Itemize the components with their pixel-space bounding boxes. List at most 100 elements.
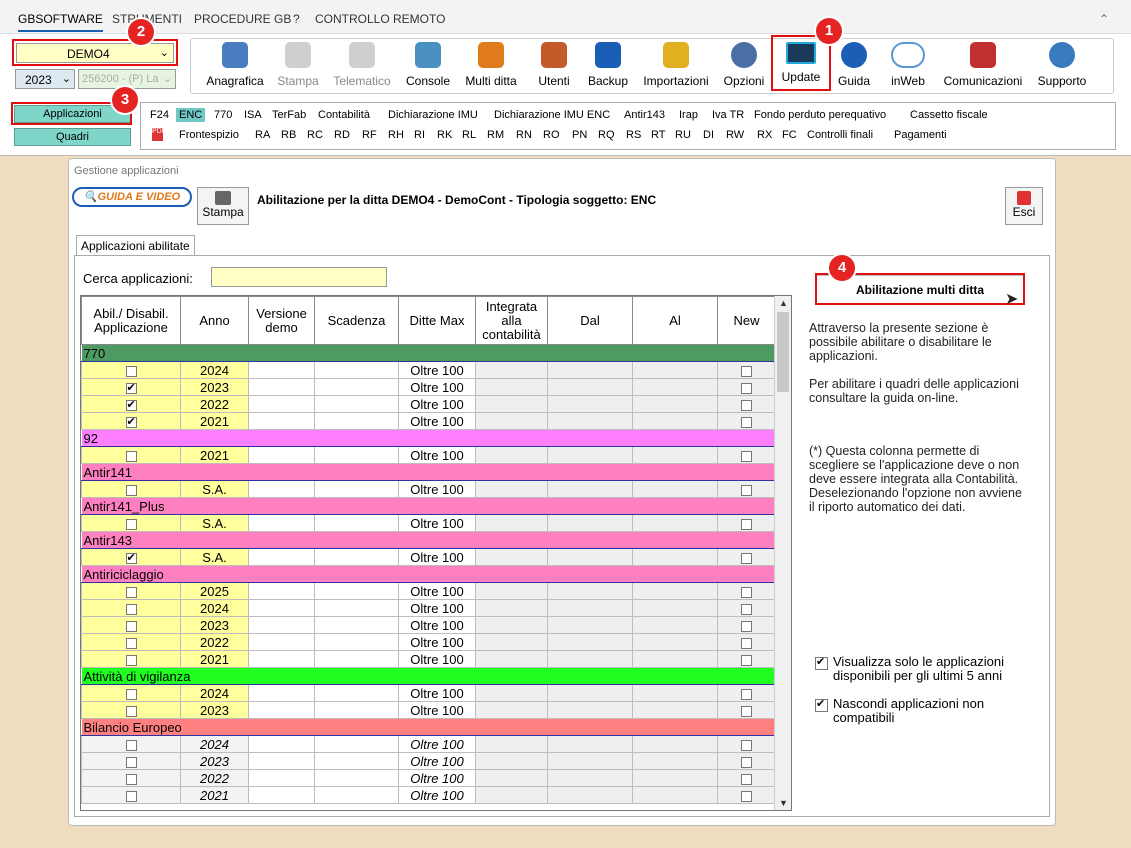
quick-dich-imu-enc[interactable]: Dichiarazione IMU ENC [494, 109, 610, 121]
table-row[interactable]: 2021 Oltre 100 [81, 412, 776, 430]
new-checkbox[interactable] [741, 756, 752, 768]
table-row[interactable]: 2021 Oltre 100 [81, 650, 776, 668]
toolbar-comunicazioni[interactable]: Comunicazioni [940, 42, 1026, 92]
quick-pn[interactable]: PN [572, 129, 587, 141]
quick-iva-tr[interactable]: Iva TR [712, 109, 744, 121]
year-select[interactable]: 2023 ⌄ [15, 69, 75, 89]
menu-procedure-gb[interactable]: PROCEDURE GB [194, 12, 291, 26]
quick-rc[interactable]: RC [307, 129, 323, 141]
table-row[interactable]: S.A. Oltre 100 [81, 514, 776, 532]
new-checkbox[interactable] [741, 790, 752, 802]
table-row[interactable]: 2022 Oltre 100 [81, 633, 776, 651]
enable-checkbox[interactable] [125, 381, 137, 396]
table-row[interactable]: 2024 Oltre 100 [81, 361, 776, 379]
vertical-scrollbar[interactable]: ▲ ▼ [774, 296, 791, 810]
table-row[interactable]: 2024 Oltre 100 [81, 599, 776, 617]
new-checkbox[interactable] [741, 382, 752, 394]
quick-controlli-finali[interactable]: Controlli finali [807, 129, 873, 141]
quick-rq[interactable]: RQ [598, 129, 615, 141]
toolbar-inweb[interactable]: inWeb [885, 42, 931, 92]
quadri-button[interactable]: Quadri [14, 128, 131, 146]
scroll-up-icon[interactable]: ▲ [775, 298, 791, 308]
new-checkbox[interactable] [741, 484, 752, 496]
esci-button[interactable]: Esci [1005, 187, 1043, 225]
quick-rt[interactable]: RT [651, 129, 665, 141]
quick-ra[interactable]: RA [255, 129, 270, 141]
new-checkbox[interactable] [741, 705, 752, 717]
toolbar-console[interactable]: Console [404, 42, 452, 92]
enable-checkbox[interactable] [125, 637, 137, 649]
checkbox-nascondi-non-compatibili[interactable] [815, 697, 828, 712]
scroll-thumb[interactable] [777, 312, 789, 392]
table-row[interactable]: 2023 Oltre 100 [81, 378, 776, 396]
quick-rk[interactable]: RK [437, 129, 452, 141]
quick-rs[interactable]: RS [626, 129, 641, 141]
enable-checkbox[interactable] [125, 620, 137, 632]
quick-rl[interactable]: RL [462, 129, 476, 141]
quick-fondo-perduto[interactable]: Fondo perduto perequativo [754, 109, 886, 121]
enable-checkbox[interactable] [125, 415, 137, 430]
table-row[interactable]: 2024 Oltre 100 [81, 735, 776, 753]
quick-isa[interactable]: ISA [244, 109, 262, 121]
new-checkbox[interactable] [741, 620, 752, 632]
new-checkbox[interactable] [741, 365, 752, 377]
option-nascondi-non-compatibili[interactable]: Nascondi applicazioni non compatibili [815, 697, 1045, 725]
enable-checkbox[interactable] [125, 518, 137, 530]
new-checkbox[interactable] [741, 450, 752, 462]
quick-ro[interactable]: RO [543, 129, 560, 141]
collapse-ribbon-icon[interactable]: ⌃ [1099, 12, 1109, 26]
table-row[interactable]: 2022 Oltre 100 [81, 769, 776, 787]
enable-checkbox[interactable] [125, 790, 137, 802]
enable-checkbox[interactable] [125, 705, 137, 717]
quick-rx[interactable]: RX [757, 129, 772, 141]
enable-checkbox[interactable] [125, 365, 137, 377]
enable-checkbox[interactable] [125, 551, 137, 566]
table-row[interactable]: 2024 Oltre 100 [81, 684, 776, 702]
enable-checkbox[interactable] [125, 756, 137, 768]
table-row[interactable]: 2023 Oltre 100 [81, 616, 776, 634]
toolbar-importazioni[interactable]: Importazioni [640, 42, 712, 92]
new-checkbox[interactable] [741, 637, 752, 649]
quick-frontespizio[interactable]: Frontespizio [179, 129, 239, 141]
new-checkbox[interactable] [741, 518, 752, 530]
quick-pagamenti[interactable]: Pagamenti [894, 129, 947, 141]
quick-ri[interactable]: RI [414, 129, 425, 141]
enable-checkbox[interactable] [125, 739, 137, 751]
toolbar-anagrafica[interactable]: Anagrafica [205, 42, 265, 92]
table-row[interactable]: S.A. Oltre 100 [81, 480, 776, 498]
new-checkbox[interactable] [741, 739, 752, 751]
quick-rf[interactable]: RF [362, 129, 377, 141]
quick-enc[interactable]: ENC [176, 108, 206, 122]
quick-terfab[interactable]: TerFab [272, 109, 306, 121]
quick-irap[interactable]: Irap [679, 109, 698, 121]
toolbar-stampa[interactable]: Stampa [274, 42, 322, 92]
table-row[interactable]: S.A. Oltre 100 [81, 548, 776, 566]
quick-rm[interactable]: RM [487, 129, 504, 141]
new-checkbox[interactable] [741, 552, 752, 564]
quick-fc[interactable]: FC [782, 129, 797, 141]
new-checkbox[interactable] [741, 654, 752, 666]
enable-checkbox[interactable] [125, 450, 137, 462]
new-checkbox[interactable] [741, 416, 752, 428]
checkbox-ultimi-5-anni[interactable] [815, 655, 828, 670]
tab-applicazioni-abilitate[interactable]: Applicazioni abilitate [76, 235, 195, 256]
table-row[interactable]: 2021 Oltre 100 [81, 446, 776, 464]
quick-antir143[interactable]: Antir143 [624, 109, 665, 121]
enable-checkbox[interactable] [125, 654, 137, 666]
enable-checkbox[interactable] [125, 484, 137, 496]
scroll-down-icon[interactable]: ▼ [775, 798, 791, 808]
enable-checkbox[interactable] [125, 603, 137, 615]
toolbar-supporto[interactable]: Supporto [1034, 42, 1090, 92]
toolbar-guida[interactable]: Guida [834, 42, 874, 92]
toolbar-opzioni[interactable]: Opzioni [720, 42, 768, 92]
quick-cassetto-fiscale[interactable]: Cassetto fiscale [910, 109, 988, 121]
enable-checkbox[interactable] [125, 398, 137, 413]
client-select[interactable]: 256200 - (P) La ⌄ [78, 69, 176, 89]
menu-help[interactable]: ? [293, 12, 300, 26]
quick-770[interactable]: 770 [214, 109, 232, 121]
new-checkbox[interactable] [741, 586, 752, 598]
new-checkbox[interactable] [741, 773, 752, 785]
quick-rn[interactable]: RN [516, 129, 532, 141]
quick-f24[interactable]: F24 [150, 109, 169, 121]
toolbar-multi-ditta[interactable]: Multi ditta [461, 42, 521, 92]
